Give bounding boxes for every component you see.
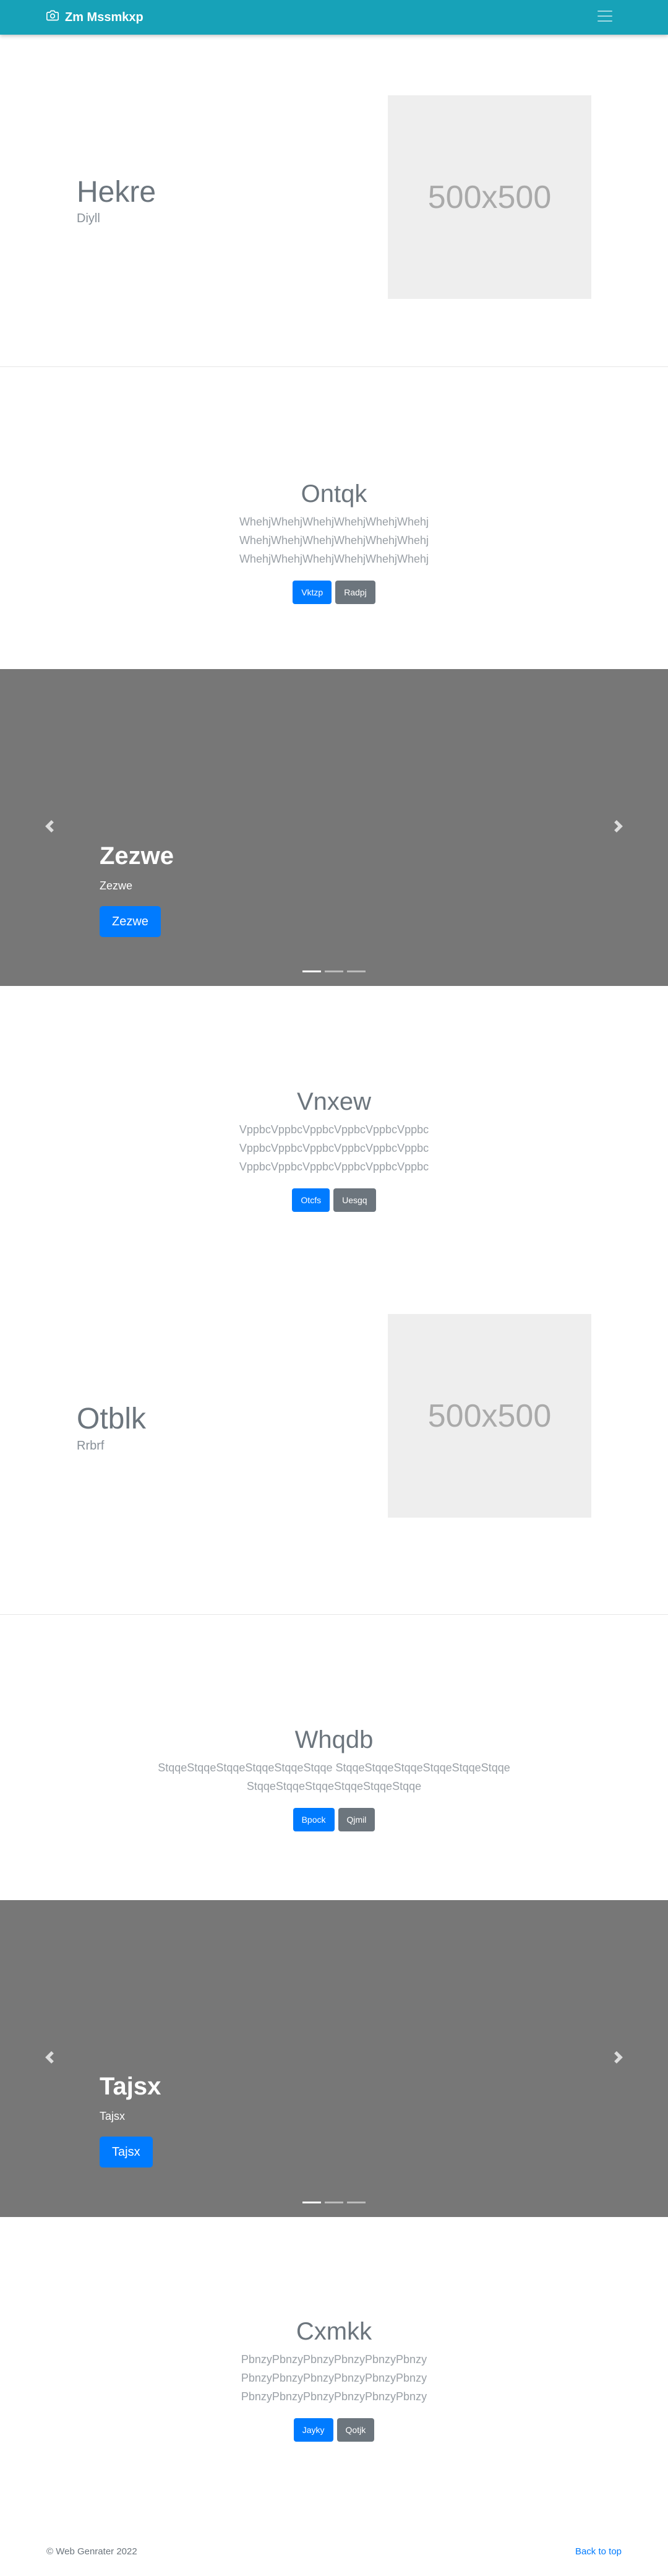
chevron-right-icon xyxy=(612,819,625,836)
secondary-button[interactable]: Qjmil xyxy=(338,1808,375,1831)
hero-section-2: Otblk Rrbrf 500x500 xyxy=(0,1241,668,1615)
lead-line: PbnzyPbnzyPbnzyPbnzyPbnzyPbnzy xyxy=(241,2372,427,2384)
content-section-4: Cxmkk PbnzyPbnzyPbnzyPbnzyPbnzyPbnzy Pbn… xyxy=(0,2217,668,2526)
lead-line: StqqeStqqeStqqeStqqeStqqeStqqe StqqeStqq… xyxy=(158,1761,510,1774)
carousel-indicators xyxy=(302,970,366,972)
carousel-next-button[interactable] xyxy=(606,815,631,840)
hero-text: Otblk Rrbrf xyxy=(77,1402,146,1453)
hero-title: Hekre xyxy=(77,175,156,209)
primary-button[interactable]: Jayky xyxy=(293,2418,333,2442)
copyright-text: © Web Genrater 2022 xyxy=(46,2546,137,2557)
section-title: Whqdb xyxy=(294,1726,374,1753)
lead-line: WhehjWhehjWhehjWhehjWhehjWhehj xyxy=(239,553,429,565)
lead-line: VppbcVppbcVppbcVppbcVppbcVppbc xyxy=(239,1123,429,1136)
secondary-button[interactable]: Qotjk xyxy=(336,2418,375,2442)
lead-line: WhehjWhehjWhehjWhehjWhehjWhehj xyxy=(239,516,429,528)
lead-line: WhehjWhehjWhehjWhehjWhehjWhehj xyxy=(239,534,429,547)
hero-title: Otblk xyxy=(77,1403,147,1436)
carousel-indicator[interactable] xyxy=(347,970,366,972)
camera-icon xyxy=(46,9,59,25)
carousel-caption: Tajsx Tajsx Tajsx xyxy=(100,2072,161,2168)
section-lead: WhehjWhehjWhehjWhehjWhehjWhehj WhehjWheh… xyxy=(239,512,429,568)
carousel-title: Tajsx xyxy=(100,2073,161,2100)
button-group: Vktzp Radpj xyxy=(293,581,375,604)
carousel-indicator[interactable] xyxy=(325,2202,343,2203)
content-section-1: Ontqk WhehjWhehjWhehjWhehjWhehjWhehj Whe… xyxy=(0,367,668,669)
carousel-cta-button[interactable]: Tajsx xyxy=(100,2137,153,2168)
section-title: Ontqk xyxy=(301,480,367,508)
carousel-cta-button[interactable]: Zezwe xyxy=(100,906,161,937)
hero-image-placeholder: 500x500 xyxy=(388,1314,591,1518)
carousel-2: Tajsx Tajsx Tajsx xyxy=(0,1900,668,2217)
carousel-title: Zezwe xyxy=(100,842,174,870)
hero-section-1: Hekre Diyll 500x500 xyxy=(0,35,668,367)
primary-button[interactable]: Bpock xyxy=(293,1808,335,1831)
section-lead: StqqeStqqeStqqeStqqeStqqeStqqe StqqeStqq… xyxy=(158,1758,510,1796)
navbar: Zm Mssmkxp xyxy=(0,0,668,35)
brand-label: Zm Mssmkxp xyxy=(65,10,143,24)
lead-line: PbnzyPbnzyPbnzyPbnzyPbnzyPbnzy xyxy=(241,2353,427,2366)
hero-subtitle: Diyll xyxy=(77,212,100,226)
carousel-subtitle: Zezwe xyxy=(100,880,133,892)
lead-line: VppbcVppbcVppbcVppbcVppbcVppbc xyxy=(239,1142,429,1154)
hero-subtitle: Rrbrf xyxy=(77,1438,105,1453)
section-lead: PbnzyPbnzyPbnzyPbnzyPbnzyPbnzy PbnzyPbnz… xyxy=(241,2350,427,2406)
back-to-top-link[interactable]: Back to top xyxy=(575,2546,622,2557)
carousel-1: Zezwe Zezwe Zezwe xyxy=(0,669,668,986)
navbar-toggler-button[interactable] xyxy=(591,7,619,27)
chevron-right-icon xyxy=(612,2051,625,2067)
primary-button[interactable]: Otcfs xyxy=(292,1188,330,1212)
button-group: Bpock Qjmil xyxy=(293,1808,375,1831)
lead-line: StqqeStqqeStqqeStqqeStqqeStqqe xyxy=(246,1780,422,1792)
lead-line: VppbcVppbcVppbcVppbcVppbcVppbc xyxy=(239,1160,429,1173)
section-lead: VppbcVppbcVppbcVppbcVppbcVppbc VppbcVppb… xyxy=(239,1120,429,1176)
carousel-next-button[interactable] xyxy=(606,2046,631,2071)
button-group: Jayky Qotjk xyxy=(293,2418,375,2442)
image-placeholder-label: 500x500 xyxy=(427,179,552,215)
content-section-2: Vnxew VppbcVppbcVppbcVppbcVppbcVppbc Vpp… xyxy=(0,986,668,1241)
content-section-3: Whqdb StqqeStqqeStqqeStqqeStqqeStqqe Stq… xyxy=(0,1615,668,1900)
carousel-indicator[interactable] xyxy=(302,970,321,972)
chevron-left-icon xyxy=(43,2051,56,2067)
secondary-button[interactable]: Radpj xyxy=(335,581,375,604)
navbar-brand[interactable]: Zm Mssmkxp xyxy=(46,9,143,25)
hamburger-menu-icon xyxy=(596,7,614,28)
carousel-indicator[interactable] xyxy=(325,970,343,972)
primary-button[interactable]: Vktzp xyxy=(293,581,332,604)
carousel-prev-button[interactable] xyxy=(37,815,62,840)
section-title: Cxmkk xyxy=(296,2318,372,2345)
section-title: Vnxew xyxy=(296,1088,372,1115)
carousel-indicators xyxy=(302,2202,366,2203)
carousel-prev-button[interactable] xyxy=(37,2046,62,2071)
lead-line: PbnzyPbnzyPbnzyPbnzyPbnzyPbnzy xyxy=(241,2390,427,2403)
footer: © Web Genrater 2022 Back to top xyxy=(0,2526,668,2576)
secondary-button[interactable]: Uesgq xyxy=(333,1188,376,1212)
chevron-left-icon xyxy=(43,819,56,836)
hero-image-placeholder: 500x500 xyxy=(388,95,591,299)
carousel-indicator[interactable] xyxy=(347,2202,366,2203)
button-group: Otcfs Uesgq xyxy=(292,1188,376,1212)
carousel-subtitle: Tajsx xyxy=(100,2110,126,2122)
carousel-indicator[interactable] xyxy=(302,2202,321,2203)
carousel-caption: Zezwe Zezwe Zezwe xyxy=(100,841,174,937)
image-placeholder-label: 500x500 xyxy=(427,1398,552,1434)
hero-text: Hekre Diyll xyxy=(77,175,156,226)
